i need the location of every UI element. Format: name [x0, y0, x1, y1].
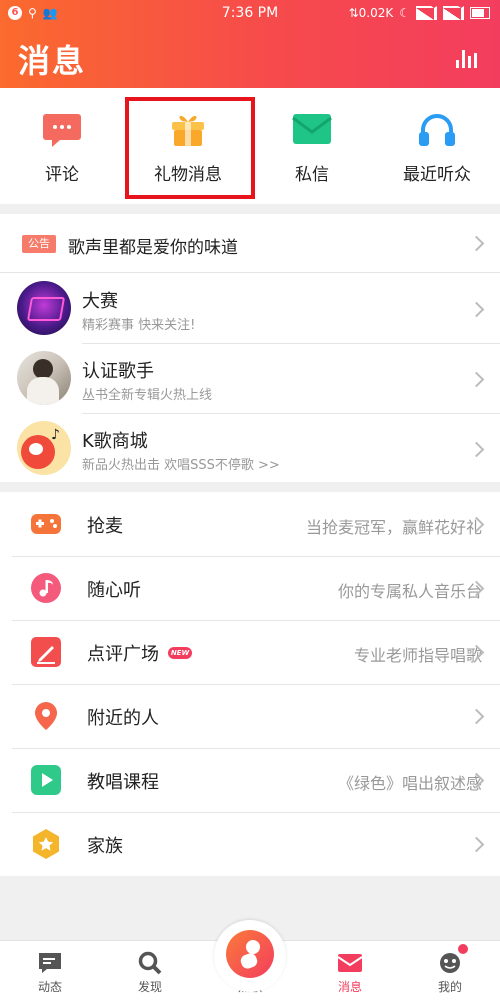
- notification-dot: [458, 944, 468, 954]
- nav-label: 发现: [137, 980, 162, 994]
- network-speed: ⇅0.02K: [348, 6, 394, 20]
- sing-center-button[interactable]: [214, 920, 286, 992]
- feed-subtitle: 精彩赛事 快来关注!: [82, 318, 196, 333]
- chevron-right-icon: [468, 441, 485, 458]
- feed-subtitle: 丛书全新专辑火热上线: [82, 388, 213, 403]
- feed-section: 公告 歌声里都是爱你的味道 大赛 精彩赛事 快来关注! 认证歌手 丛书全新专辑火…: [0, 214, 500, 482]
- sing-icon: [226, 930, 274, 978]
- nav-discover[interactable]: 发现: [100, 941, 200, 1001]
- recent-listeners-action[interactable]: 最近听众: [387, 88, 487, 204]
- feature-label: 家族: [87, 836, 123, 857]
- feature-review-plaza[interactable]: 点评广场 NEW 专业老师指导唱歌: [0, 620, 500, 684]
- nav-label: 消息: [337, 980, 362, 994]
- feed-subtitle: 新品火热出击 欢唱SSS不停歌 >>: [82, 458, 280, 473]
- comment-label: 评论: [45, 165, 79, 185]
- location-pin-icon: [35, 702, 57, 730]
- announcement-badge: 公告: [22, 235, 56, 253]
- recent-listeners-label: 最近听众: [403, 165, 471, 185]
- headphones-icon: [419, 114, 455, 146]
- status-right-icons: ⇅0.02K ☾: [349, 6, 490, 20]
- singer-avatar: [17, 351, 71, 405]
- chevron-right-icon: [468, 235, 485, 252]
- comment-bubble-icon: [43, 114, 81, 147]
- feature-label: 附近的人: [87, 708, 159, 729]
- feed-item-certified-singer[interactable]: 认证歌手 丛书全新专辑火热上线: [0, 343, 500, 413]
- gamepad-icon: [31, 514, 61, 534]
- music-note-icon: [31, 573, 61, 603]
- feature-label: 教唱课程: [87, 772, 159, 793]
- header: 6 ⚲ 👥 7:36 PM ⇅0.02K ☾ 消息: [0, 0, 500, 88]
- feature-list: 抢麦 当抢麦冠军，赢鲜花好礼 随心听 你的专属私人音乐台 点评广场 NEW 专业…: [0, 492, 500, 876]
- family-star-icon: [33, 829, 59, 859]
- announcement-row[interactable]: 公告 歌声里都是爱你的味道: [0, 214, 500, 272]
- announcement-text: 歌声里都是爱你的味道: [68, 238, 238, 258]
- search-icon: [138, 951, 162, 975]
- feed-title: 大赛: [82, 291, 118, 312]
- signal-icon: [416, 6, 437, 20]
- status-bar: 6 ⚲ 👥 7:36 PM ⇅0.02K ☾: [0, 0, 500, 28]
- page-title: 消息: [18, 42, 87, 80]
- signal-2-icon: [443, 6, 464, 20]
- play-icon: [31, 765, 61, 795]
- feature-description: 专业老师指导唱歌: [353, 646, 482, 665]
- chevron-right-icon: [468, 836, 485, 853]
- feature-nearby[interactable]: 附近的人: [0, 684, 500, 748]
- chevron-right-icon: [468, 708, 485, 725]
- feed-title: 认证歌手: [82, 361, 154, 382]
- feature-description: 《绿色》唱出叙述感: [337, 774, 482, 793]
- comment-action[interactable]: 评论: [12, 88, 112, 204]
- feature-label: 随心听: [87, 580, 141, 601]
- feature-label: 点评广场: [87, 644, 159, 665]
- private-message-action[interactable]: 私信: [262, 88, 362, 204]
- mall-avatar: ♪: [17, 421, 71, 475]
- pen-icon: [31, 637, 61, 667]
- feature-course[interactable]: 教唱课程 《绿色》唱出叙述感: [0, 748, 500, 812]
- envelope-icon: [292, 114, 332, 144]
- feed-icon: [39, 953, 61, 973]
- feature-label: 抢麦: [87, 516, 123, 537]
- bar-chart-icon[interactable]: [456, 50, 478, 68]
- nav-feed[interactable]: 动态: [0, 941, 100, 1001]
- private-message-label: 私信: [295, 165, 329, 185]
- nav-messages[interactable]: 消息: [300, 941, 400, 1001]
- message-icon: [337, 954, 363, 972]
- profile-icon: [440, 953, 460, 973]
- chevron-right-icon: [468, 301, 485, 318]
- feed-item-k-mall[interactable]: ♪ K歌商城 新品火热出击 欢唱SSS不停歌 >>: [0, 413, 500, 483]
- nav-profile[interactable]: 我的: [400, 941, 500, 1001]
- feature-grab-mic[interactable]: 抢麦 当抢麦冠军，赢鲜花好礼: [0, 492, 500, 556]
- chevron-right-icon: [468, 371, 485, 388]
- highlight-box: [125, 97, 255, 199]
- feature-description: 你的专属私人音乐台: [337, 582, 482, 601]
- battery-icon: [470, 7, 490, 19]
- nav-label: 动态: [37, 980, 62, 994]
- feature-family[interactable]: 家族: [0, 812, 500, 876]
- nav-label: 我的: [437, 980, 462, 994]
- contest-avatar: [17, 281, 71, 335]
- feature-description: 当抢麦冠军，赢鲜花好礼: [305, 518, 482, 537]
- feed-title: K歌商城: [82, 431, 148, 452]
- feature-listen[interactable]: 随心听 你的专属私人音乐台: [0, 556, 500, 620]
- new-badge: NEW: [168, 647, 192, 659]
- feed-item-contest[interactable]: 大赛 精彩赛事 快来关注!: [0, 273, 500, 343]
- moon-icon: ☾: [399, 6, 410, 20]
